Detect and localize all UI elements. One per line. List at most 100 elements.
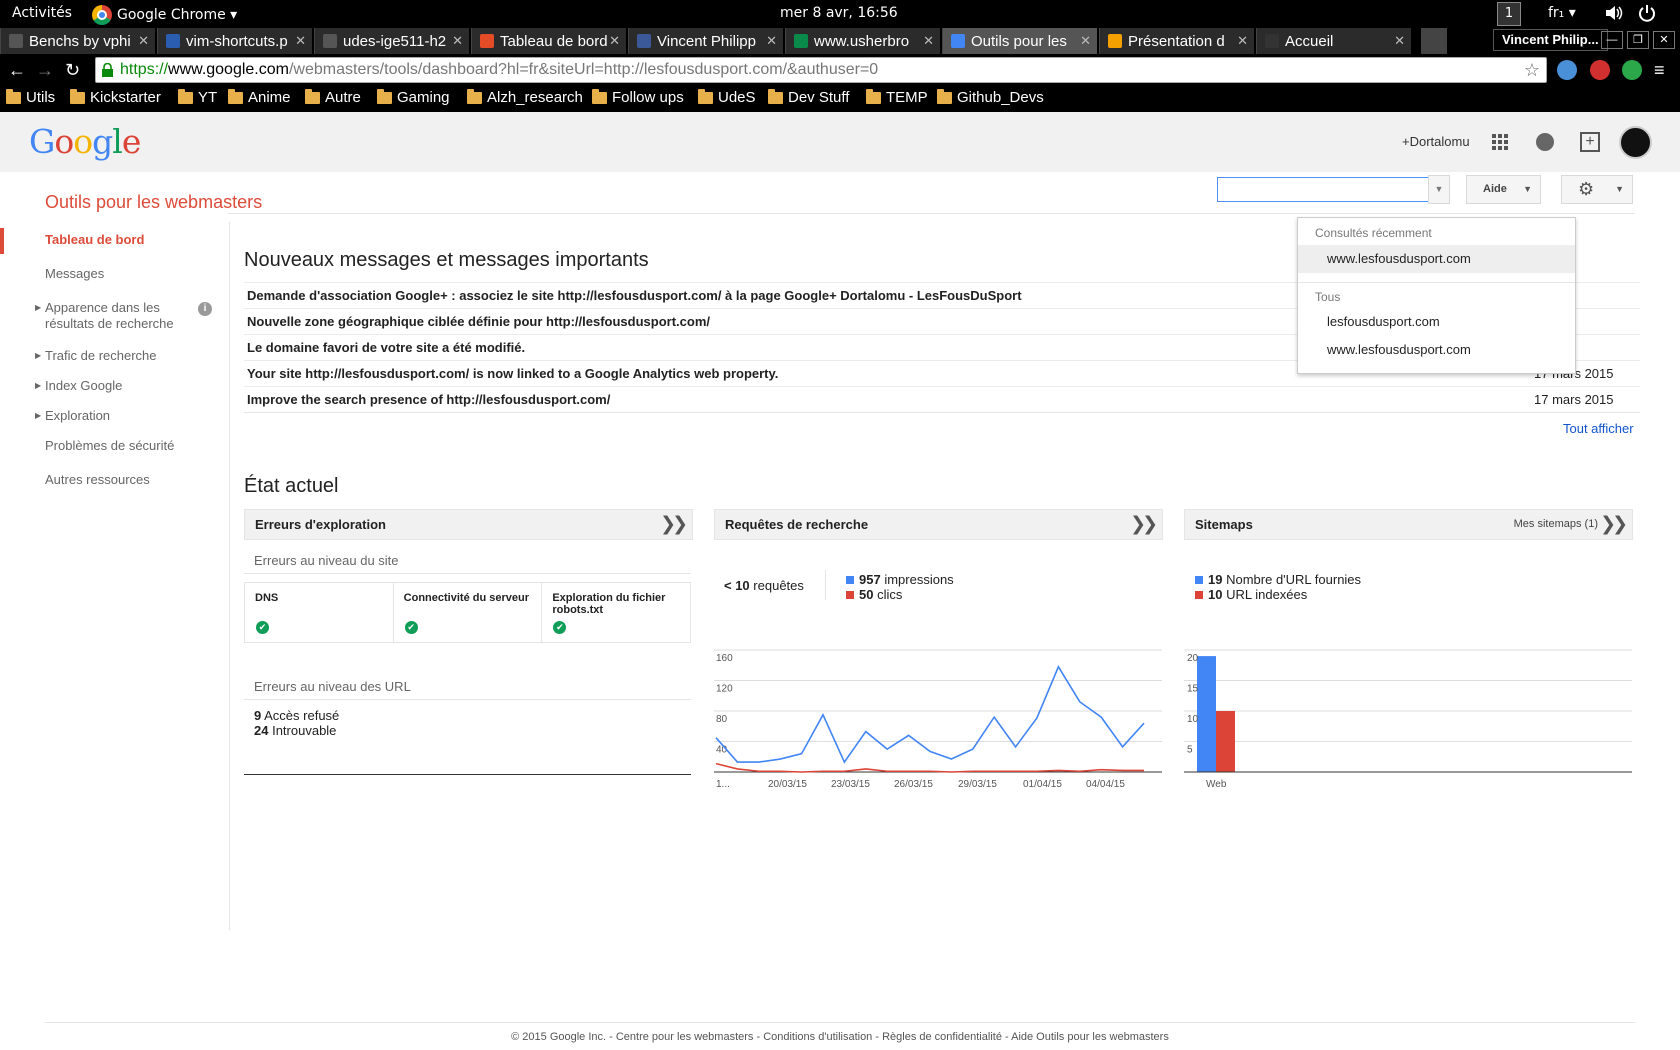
- power-icon[interactable]: [1638, 4, 1656, 26]
- browser-tab[interactable]: Vincent Philipp ✕: [628, 28, 783, 54]
- browser-tab[interactable]: Présentation d ✕: [1099, 28, 1254, 54]
- bookmark-folder[interactable]: Github_Devs: [937, 88, 1044, 106]
- menu-icon[interactable]: ≡: [1654, 60, 1665, 81]
- avatar[interactable]: [1619, 126, 1652, 159]
- bookmark-folder[interactable]: TEMP: [866, 88, 928, 106]
- site-item[interactable]: www.lesfousdusport.com: [1298, 336, 1575, 364]
- keyboard-layout[interactable]: fr₁ ▾: [1548, 5, 1576, 21]
- double-chevron-right-icon[interactable]: ❯❯: [1130, 510, 1158, 539]
- tab-close-icon[interactable]: ✕: [766, 33, 777, 49]
- sidebar-item[interactable]: Index Google: [45, 378, 195, 394]
- browser-tab[interactable]: Accueil ✕: [1256, 28, 1411, 54]
- footer[interactable]: © 2015 Google Inc. - Centre pour les web…: [0, 1031, 1680, 1043]
- sidebar-item[interactable]: Exploration: [45, 408, 195, 424]
- bookmark-star-icon[interactable]: ☆: [1524, 58, 1540, 82]
- extension-icon[interactable]: [1557, 60, 1577, 80]
- workspace-indicator[interactable]: 1: [1497, 2, 1521, 26]
- message-text: Demande d'association Google+ : associez…: [247, 288, 1022, 303]
- back-icon[interactable]: ←: [8, 60, 26, 81]
- app-menu[interactable]: Google Chrome ▾: [92, 5, 237, 25]
- my-sitemaps-link[interactable]: Mes sitemaps (1): [1514, 510, 1598, 539]
- browser-tab[interactable]: Outils pour les ✕: [942, 28, 1097, 54]
- tab-close-icon[interactable]: ✕: [609, 33, 620, 49]
- show-all-link[interactable]: Tout afficher: [1563, 421, 1634, 436]
- sidebar-item[interactable]: Messages: [45, 266, 195, 282]
- bookmark-label: Utils: [26, 89, 56, 106]
- expand-triangle-icon[interactable]: ▶: [35, 351, 41, 360]
- site-item[interactable]: lesfousdusport.com: [1298, 308, 1575, 336]
- bookmark-folder[interactable]: UdeS: [698, 88, 756, 106]
- info-icon[interactable]: i: [198, 302, 212, 316]
- browser-toolbar: ← → ↻ https://www.google.com/webmasters/…: [0, 54, 1680, 86]
- tab-close-icon[interactable]: ✕: [923, 33, 934, 49]
- tab-close-icon[interactable]: ✕: [295, 33, 306, 49]
- folder-icon: [6, 88, 21, 104]
- bookmark-folder[interactable]: Gaming: [377, 88, 450, 106]
- tab-close-icon[interactable]: ✕: [1237, 33, 1248, 49]
- help-button[interactable]: Aide ▼: [1466, 175, 1541, 204]
- bookmark-folder[interactable]: Anime: [228, 88, 291, 106]
- sidebar-item[interactable]: Tableau de bord: [45, 232, 195, 248]
- tab-close-icon[interactable]: ✕: [1080, 33, 1091, 49]
- profile-button[interactable]: Vincent Philip...: [1493, 29, 1608, 51]
- sidebar-item[interactable]: Autres ressources: [45, 472, 195, 488]
- browser-tab[interactable]: Benchs by vphi ✕: [0, 28, 155, 54]
- sitemaps-card-header[interactable]: Sitemaps Mes sitemaps (1) ❯❯: [1184, 509, 1633, 540]
- settings-button[interactable]: ⚙ ▼: [1561, 175, 1633, 204]
- close-icon[interactable]: ✕: [1653, 31, 1675, 49]
- browser-tab[interactable]: udes-ige511-h2 ✕: [314, 28, 469, 54]
- adblock-icon[interactable]: [1590, 60, 1610, 80]
- search-queries-card-header[interactable]: Requêtes de recherche ❯❯: [714, 509, 1163, 540]
- sidebar-item[interactable]: Trafic de recherche: [45, 348, 195, 364]
- bookmark-folder[interactable]: YT: [178, 88, 217, 106]
- browser-tab[interactable]: Tableau de bord ✕: [471, 28, 626, 54]
- lock-icon: [102, 63, 113, 77]
- extension-icon[interactable]: [1622, 60, 1642, 80]
- tab-close-icon[interactable]: ✕: [452, 33, 463, 49]
- maximize-icon[interactable]: ❐: [1627, 31, 1649, 49]
- sidebar-item[interactable]: Apparence dans les résultats de recherch…: [45, 300, 195, 332]
- address-bar[interactable]: https://www.google.com/webmasters/tools/…: [95, 57, 1547, 83]
- browser-tab[interactable]: www.usherbro ✕: [785, 28, 940, 54]
- browser-tab[interactable]: vim-shortcuts.p ✕: [157, 28, 312, 54]
- search-queries-chart[interactable]: 40801201601... 20/03/15 23/03/15 26/03/15 29…: [714, 632, 1164, 792]
- url-error-item[interactable]: 24 Introuvable: [254, 723, 339, 738]
- notifications-icon[interactable]: [1536, 133, 1554, 151]
- sitemaps-chart[interactable]: 5 10 15 20 Web: [1184, 632, 1634, 792]
- bookmark-folder[interactable]: Autre: [305, 88, 361, 106]
- site-search-input[interactable]: [1217, 177, 1450, 202]
- logo-letter: o: [54, 122, 74, 161]
- minimize-icon[interactable]: —: [1601, 31, 1623, 49]
- google-logo[interactable]: Google: [29, 122, 141, 161]
- bookmark-label: Dev Stuff: [788, 89, 850, 106]
- new-tab-button[interactable]: [1421, 28, 1447, 54]
- double-chevron-right-icon[interactable]: ❯❯: [660, 510, 688, 539]
- bookmark-folder[interactable]: Alzh_research: [467, 88, 583, 106]
- bookmark-folder[interactable]: Dev Stuff: [768, 88, 850, 106]
- activities-button[interactable]: Activités: [12, 5, 72, 21]
- url-error-item[interactable]: 9 Accès refusé: [254, 708, 339, 723]
- expand-triangle-icon[interactable]: ▶: [35, 381, 41, 390]
- site-dropdown-arrow[interactable]: ▼: [1428, 175, 1450, 204]
- share-icon[interactable]: +: [1580, 132, 1600, 152]
- reload-icon[interactable]: ↻: [65, 60, 80, 81]
- apps-grid-icon[interactable]: [1492, 134, 1508, 150]
- divider: [45, 1022, 1635, 1023]
- tab-close-icon[interactable]: ✕: [1394, 33, 1405, 49]
- url-errors-list: 9 Accès refusé 24 Introuvable: [254, 708, 339, 738]
- expand-triangle-icon[interactable]: ▶: [35, 303, 41, 312]
- expand-triangle-icon[interactable]: ▶: [35, 411, 41, 420]
- volume-icon[interactable]: [1604, 4, 1624, 26]
- double-chevron-right-icon[interactable]: ❯❯: [1600, 510, 1628, 539]
- google-plus-link[interactable]: +Dortalomu: [1402, 134, 1470, 149]
- forward-icon[interactable]: →: [36, 60, 54, 81]
- bookmark-folder[interactable]: Kickstarter: [70, 88, 161, 106]
- bookmark-folder[interactable]: Follow ups: [592, 88, 684, 106]
- recent-site-item[interactable]: www.lesfousdusport.com: [1298, 245, 1575, 273]
- message-row[interactable]: Improve the search presence of http://le…: [244, 386, 1640, 412]
- sidebar-item[interactable]: Problèmes de sécurité: [45, 438, 195, 454]
- clock[interactable]: mer 8 avr, 16:56: [780, 5, 898, 21]
- bookmark-folder[interactable]: Utils: [6, 88, 56, 106]
- crawl-errors-card-header[interactable]: Erreurs d'exploration ❯❯: [244, 509, 693, 540]
- tab-close-icon[interactable]: ✕: [138, 33, 149, 49]
